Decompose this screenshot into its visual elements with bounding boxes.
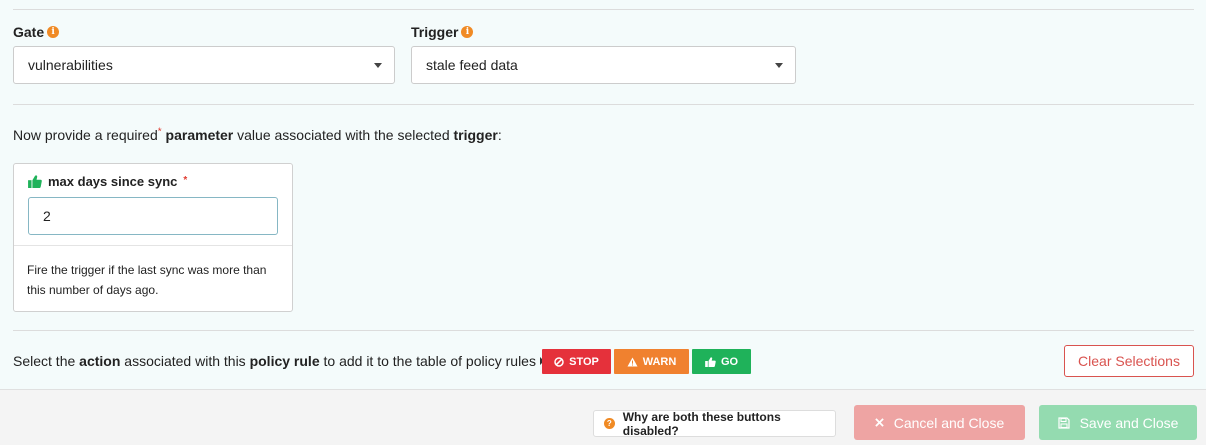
trigger-select[interactable]: stale feed data (411, 46, 796, 84)
floppy-disk-icon (1057, 416, 1070, 429)
required-marker: * (157, 126, 162, 138)
trigger-label: Trigger i (411, 24, 474, 40)
thumbs-up-icon (705, 356, 716, 367)
close-icon (874, 418, 884, 427)
gate-select[interactable]: vulnerabilities (13, 46, 395, 84)
parameter-card-header: max days since sync * (14, 164, 292, 246)
divider (13, 104, 1194, 105)
thumbs-up-icon (28, 174, 42, 188)
parameter-card: max days since sync* Fire the trigger if… (13, 163, 293, 312)
why-disabled-tooltip-trigger[interactable]: ? Why are both these buttons disabled? (593, 410, 836, 438)
parameter-prompt: Now provide a required* parameter value … (13, 126, 502, 143)
gate-select-value: vulnerabilities (28, 57, 113, 73)
info-icon[interactable]: i (47, 26, 60, 38)
stop-action-button[interactable]: STOP (542, 349, 611, 374)
clear-selections-button[interactable]: Clear Selections (1064, 345, 1194, 377)
go-action-button[interactable]: GO (692, 349, 751, 374)
cancel-and-close-button[interactable]: Cancel and Close (854, 405, 1025, 440)
parameter-description: Fire the trigger if the last sync was mo… (27, 263, 267, 297)
question-icon: ? (604, 418, 615, 429)
chevron-down-icon (775, 63, 783, 68)
gate-label: Gate i (13, 24, 60, 40)
top-divider (13, 9, 1194, 10)
ban-icon (554, 356, 564, 367)
action-prompt: Select the action associated with this p… (13, 353, 544, 369)
warn-action-button[interactable]: WARN (614, 349, 689, 374)
parameter-title: max days since sync * (28, 172, 278, 190)
trigger-select-value: stale feed data (426, 57, 518, 73)
save-and-close-button[interactable]: Save and Close (1039, 405, 1197, 440)
chevron-down-icon (374, 63, 382, 68)
info-icon[interactable]: i (461, 26, 474, 38)
warning-triangle-icon (627, 357, 638, 366)
divider (13, 330, 1194, 331)
max-days-input[interactable] (28, 197, 278, 235)
